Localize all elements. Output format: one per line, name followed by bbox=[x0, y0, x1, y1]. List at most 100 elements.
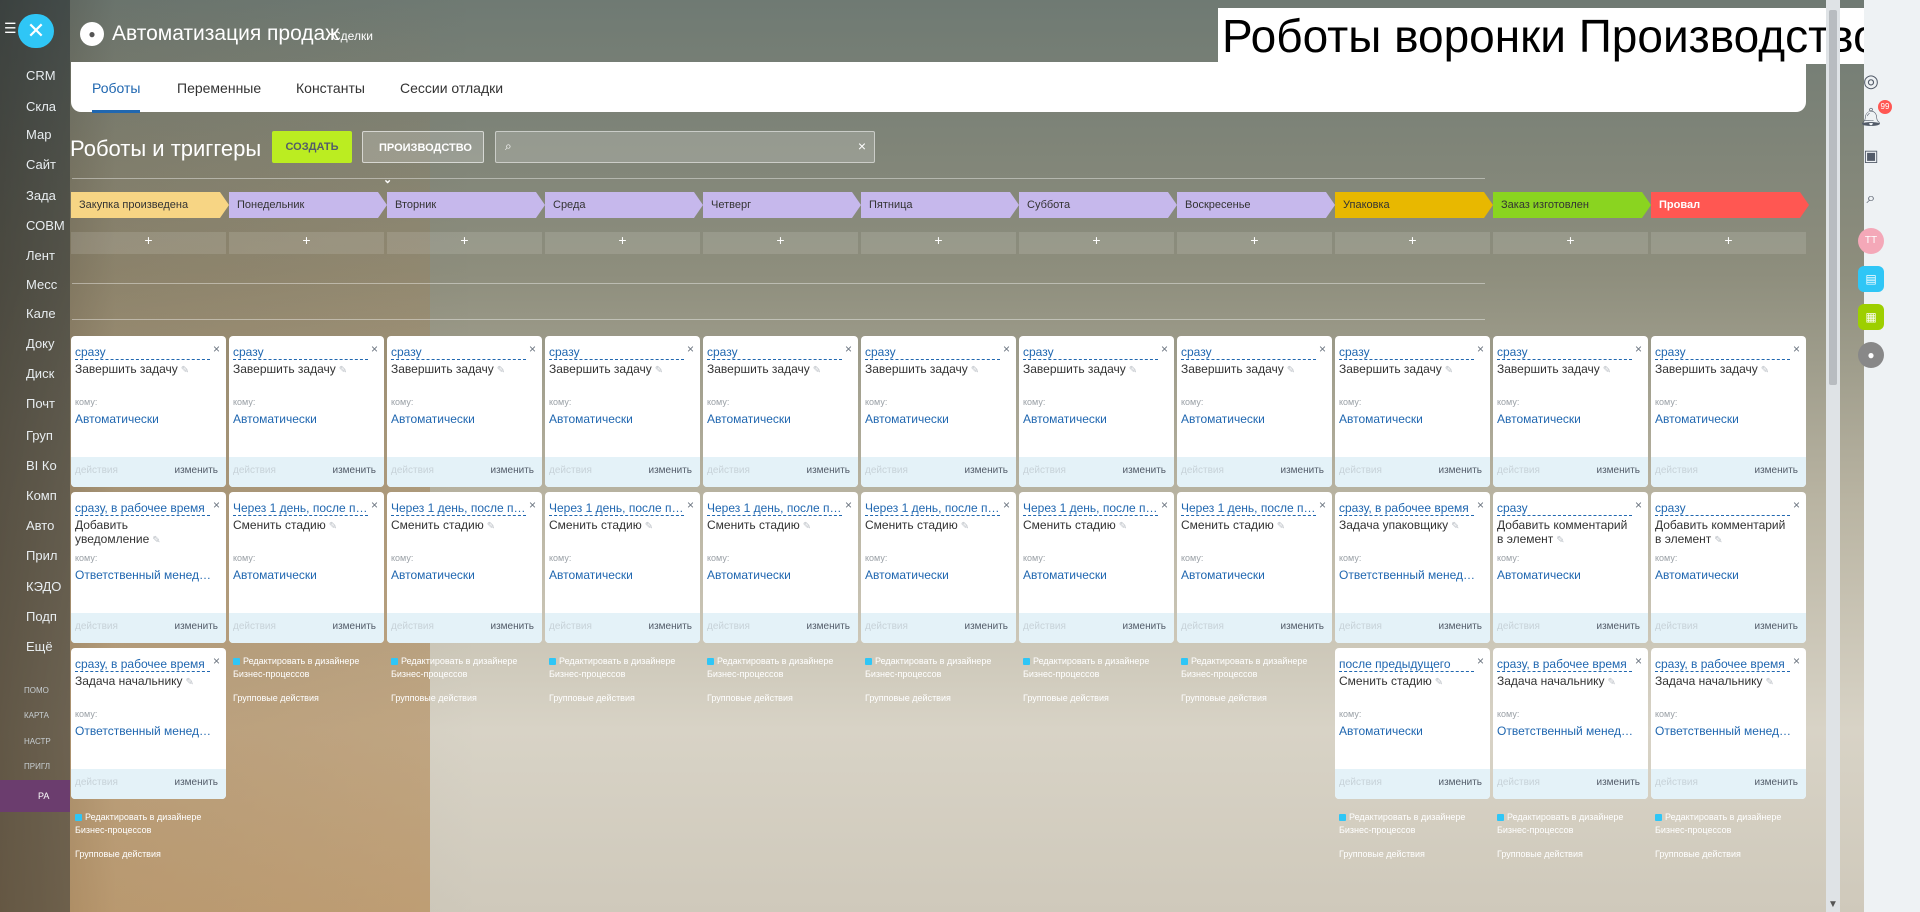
edit-link[interactable]: изменить bbox=[648, 465, 692, 476]
clear-search-icon[interactable]: × bbox=[858, 138, 866, 154]
pencil-icon[interactable]: ✎ bbox=[186, 677, 194, 688]
pencil-icon[interactable]: ✎ bbox=[1287, 365, 1295, 376]
pencil-icon[interactable]: ✎ bbox=[803, 521, 811, 532]
close-icon[interactable]: × bbox=[1319, 498, 1326, 512]
actions-link[interactable]: действия bbox=[1339, 621, 1382, 632]
edit-link[interactable]: изменить bbox=[174, 465, 218, 476]
recipient-value[interactable]: Автоматически bbox=[391, 568, 531, 582]
recipient-value[interactable]: Автоматически bbox=[549, 412, 689, 426]
scrollbar-thumb[interactable] bbox=[1829, 10, 1837, 385]
robot-delay-link[interactable]: Через 1 день, после предыдущего bbox=[1181, 502, 1316, 516]
actions-link[interactable]: действия bbox=[707, 465, 750, 476]
stage-header[interactable]: Вторник bbox=[387, 192, 545, 218]
leftnav-item[interactable]: Месс bbox=[26, 277, 57, 292]
edit-link[interactable]: изменить bbox=[1280, 465, 1324, 476]
robot-delay-link[interactable]: сразу bbox=[1023, 346, 1158, 360]
close-icon[interactable]: × bbox=[1793, 342, 1800, 356]
designer-link[interactable]: Редактировать в дизайнере Бизнес-процесс… bbox=[233, 655, 373, 681]
chat-icon[interactable]: ▣ bbox=[1858, 144, 1884, 170]
robot-card[interactable]: Через 1 день, после предыдущего× Сменить … bbox=[861, 492, 1016, 643]
pencil-icon[interactable]: ✎ bbox=[1766, 677, 1774, 688]
add-robot-button[interactable]: + bbox=[229, 232, 384, 254]
robot-card[interactable]: сразу × Завершить задачу ✎ кому: Автоматическ… bbox=[1177, 336, 1332, 487]
group-actions-link[interactable]: Групповые действия bbox=[1023, 693, 1109, 703]
close-icon[interactable]: × bbox=[1161, 498, 1168, 512]
edit-link[interactable]: изменить bbox=[332, 621, 376, 632]
robot-card[interactable]: сразу × Завершить задачу ✎ кому: Автоматическ… bbox=[703, 336, 858, 487]
leftnav-item[interactable]: CRM bbox=[26, 68, 56, 83]
close-icon[interactable]: × bbox=[213, 342, 220, 356]
robot-delay-link[interactable]: Через 1 день, после предыдущего bbox=[1023, 502, 1158, 516]
actions-link[interactable]: действия bbox=[1339, 465, 1382, 476]
add-robot-button[interactable]: + bbox=[71, 232, 226, 254]
edit-link[interactable]: изменить bbox=[1438, 777, 1482, 788]
recipient-value[interactable]: Автоматически bbox=[1497, 568, 1637, 582]
edit-link[interactable]: изменить bbox=[1596, 777, 1640, 788]
edit-link[interactable]: изменить bbox=[1754, 465, 1798, 476]
actions-link[interactable]: действия bbox=[1023, 465, 1066, 476]
leftnav-item[interactable]: СОВМ bbox=[26, 218, 65, 233]
pencil-icon[interactable]: ✎ bbox=[1277, 521, 1285, 532]
designer-link[interactable]: Редактировать в дизайнере Бизнес-процесс… bbox=[75, 811, 215, 837]
robot-delay-link[interactable]: сразу bbox=[1497, 346, 1632, 360]
group-actions-link[interactable]: Групповые действия bbox=[75, 849, 161, 859]
close-icon[interactable]: × bbox=[213, 654, 220, 668]
tab-variables[interactable]: Переменные bbox=[177, 80, 261, 96]
actions-link[interactable]: действия bbox=[391, 465, 434, 476]
edit-link[interactable]: изменить bbox=[1438, 621, 1482, 632]
add-robot-button[interactable]: + bbox=[1493, 232, 1648, 254]
leftnav-small-item[interactable]: ПОМО bbox=[24, 686, 49, 695]
group-actions-link[interactable]: Групповые действия bbox=[549, 693, 635, 703]
edit-link[interactable]: изменить bbox=[1438, 465, 1482, 476]
search-input[interactable] bbox=[524, 138, 848, 158]
leftnav-item[interactable]: Мар bbox=[26, 127, 51, 142]
recipient-value[interactable]: Автоматически bbox=[233, 568, 373, 582]
robot-card[interactable]: сразу × Добавить комментарий в элемент ✎ ком… bbox=[1493, 492, 1648, 643]
robot-delay-link[interactable]: сразу bbox=[1181, 346, 1316, 360]
designer-link[interactable]: Редактировать в дизайнере Бизнес-процесс… bbox=[1023, 655, 1163, 681]
leftnav-item[interactable]: Прил bbox=[26, 548, 57, 563]
robot-delay-link[interactable]: сразу bbox=[1655, 346, 1790, 360]
funnel-select[interactable]: ПРОИЗВОДСТВО ⌄ bbox=[362, 131, 484, 186]
recipient-value[interactable]: Автоматически bbox=[1181, 412, 1321, 426]
robot-card[interactable]: сразу, в рабочее время × Задача начальнику… bbox=[1493, 648, 1648, 799]
robot-delay-link[interactable]: сразу bbox=[391, 346, 526, 360]
add-robot-button[interactable]: + bbox=[1335, 232, 1490, 254]
leftnav-item[interactable]: Сайт bbox=[26, 157, 56, 172]
group-actions-link[interactable]: Групповые действия bbox=[1497, 849, 1583, 859]
recipient-value[interactable]: Автоматически bbox=[233, 412, 373, 426]
close-icon[interactable]: × bbox=[371, 342, 378, 356]
pencil-icon[interactable]: ✎ bbox=[339, 365, 347, 376]
actions-link[interactable]: действия bbox=[865, 465, 908, 476]
add-robot-button[interactable]: + bbox=[861, 232, 1016, 254]
menu-icon[interactable]: ☰ bbox=[4, 20, 17, 37]
edit-link[interactable]: изменить bbox=[1754, 621, 1798, 632]
leftnav-item[interactable]: Подп bbox=[26, 609, 57, 624]
stage-header[interactable]: Заказ изготовлен bbox=[1493, 192, 1651, 218]
robot-delay-link[interactable]: сразу, в рабочее время bbox=[1339, 502, 1474, 516]
pencil-icon[interactable]: ✎ bbox=[813, 365, 821, 376]
designer-link[interactable]: Редактировать в дизайнере Бизнес-процесс… bbox=[1497, 811, 1637, 837]
stage-header[interactable]: Суббота bbox=[1019, 192, 1177, 218]
add-robot-button[interactable]: + bbox=[1019, 232, 1174, 254]
close-slider-button[interactable]: ✕ bbox=[18, 14, 54, 48]
recipient-value[interactable]: Ответственный менеджер bbox=[75, 568, 215, 582]
designer-link[interactable]: Редактировать в дизайнере Бизнес-процесс… bbox=[391, 655, 531, 681]
leftnav-small-item[interactable]: НАСТР bbox=[24, 737, 51, 746]
designer-link[interactable]: Редактировать в дизайнере Бизнес-процесс… bbox=[865, 655, 1005, 681]
edit-link[interactable]: изменить bbox=[332, 465, 376, 476]
robot-card[interactable]: сразу × Завершить задачу ✎ кому: Автоматическ… bbox=[1019, 336, 1174, 487]
group-actions-link[interactable]: Групповые действия bbox=[1655, 849, 1741, 859]
close-icon[interactable]: × bbox=[1477, 654, 1484, 668]
robot-delay-link[interactable]: сразу, в рабочее время bbox=[75, 658, 210, 672]
leftnav-item[interactable]: BI Ко bbox=[26, 458, 57, 473]
recipient-value[interactable]: Автоматически bbox=[1181, 568, 1321, 582]
recipient-value[interactable]: Автоматически bbox=[75, 412, 215, 426]
group-actions-link[interactable]: Групповые действия bbox=[233, 693, 319, 703]
robot-delay-link[interactable]: сразу bbox=[865, 346, 1000, 360]
robot-card[interactable]: Через 1 день, после предыдущего× Сменить … bbox=[545, 492, 700, 643]
edit-link[interactable]: изменить bbox=[1122, 621, 1166, 632]
pencil-icon[interactable]: ✎ bbox=[1608, 677, 1616, 688]
actions-link[interactable]: действия bbox=[75, 621, 118, 632]
edit-link[interactable]: изменить bbox=[174, 621, 218, 632]
